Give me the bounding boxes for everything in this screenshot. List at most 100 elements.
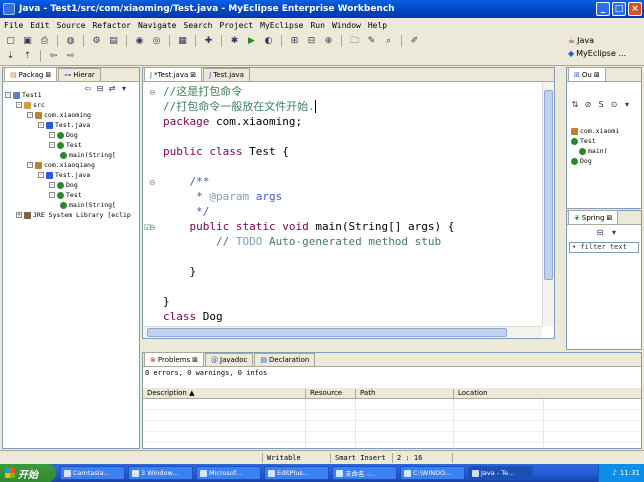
tree-item-project[interactable]: - Test1	[5, 90, 42, 100]
tree-item-class[interactable]: - Test	[49, 190, 82, 200]
column-resource[interactable]: Resource	[305, 389, 353, 398]
collapse-icon[interactable]: -	[49, 142, 55, 148]
next-annotation-icon[interactable]: ⇣	[4, 50, 17, 62]
server-icon[interactable]: ▤	[107, 35, 120, 47]
perspective-java[interactable]: ☕ Java	[568, 34, 640, 47]
console-icon[interactable]: ▦	[176, 35, 189, 47]
column-path[interactable]: Path	[355, 389, 451, 398]
collapse-icon[interactable]: -	[49, 132, 55, 138]
new-class-icon[interactable]: ✚	[202, 35, 215, 47]
tree-item-package[interactable]: - com.xiaoming	[27, 110, 91, 120]
back-icon[interactable]: ⇦	[47, 50, 60, 62]
close-icon[interactable]: ⊠	[606, 214, 612, 222]
link-editor-icon[interactable]: ⇄	[107, 84, 117, 94]
open-type-icon[interactable]: ◎	[150, 35, 163, 47]
new-web-icon[interactable]: ⊕	[322, 35, 335, 47]
menu-help[interactable]: Help	[368, 21, 387, 30]
column-description[interactable]: Description ▲	[143, 389, 303, 398]
column-location[interactable]: Location	[453, 389, 543, 398]
open-folder-icon[interactable]: 🗀	[348, 35, 361, 47]
taskbar-task[interactable]: EditPlus...	[264, 466, 329, 480]
collapse-icon[interactable]: -	[5, 92, 11, 98]
collapse-all-icon[interactable]: ⊟	[595, 228, 605, 238]
scrollbar-thumb[interactable]	[147, 328, 507, 337]
menu-myeclipse[interactable]: MyEclipse	[260, 21, 303, 30]
tab-outline[interactable]: ⊞ Ou ⊠	[568, 67, 606, 81]
editor-vertical-scrollbar[interactable]	[542, 82, 554, 326]
new-icon[interactable]: ▢	[4, 35, 17, 47]
search-icon[interactable]: ⌕	[382, 35, 395, 47]
fold-icon[interactable]: ⊖	[149, 88, 156, 97]
pencil-icon[interactable]: ✎	[365, 35, 378, 47]
debug-icon[interactable]: ✱	[228, 35, 241, 47]
menu-navigate[interactable]: Navigate	[138, 21, 177, 30]
menu-search[interactable]: Search	[184, 21, 213, 30]
outline-item[interactable]: Dog	[571, 156, 592, 166]
taskbar-task[interactable]: Java - Te...	[468, 466, 533, 480]
tab-hierarchy[interactable]: ⊶ Hierar	[58, 68, 101, 81]
forward-icon[interactable]: ⇨	[64, 50, 77, 62]
taskbar-task[interactable]: Microsof...	[196, 466, 261, 480]
tab-declaration[interactable]: ▤ Declaration	[254, 353, 316, 366]
maximize-button[interactable]: □	[612, 2, 626, 16]
tree-item-class[interactable]: - Test	[49, 140, 82, 150]
menu-window[interactable]: Window	[332, 21, 361, 30]
perspective-myeclipse[interactable]: ◆ MyEclipse ...	[568, 47, 640, 60]
tree-item-java[interactable]: - Test.java	[38, 120, 90, 130]
hide-static-icon[interactable]: S	[596, 100, 606, 110]
tree-item-folder[interactable]: - src	[16, 100, 45, 110]
new-package-icon[interactable]: ⊞	[288, 35, 301, 47]
outline-item[interactable]: Test	[571, 136, 596, 146]
spring-filter-input[interactable]: • filter text	[569, 242, 639, 253]
collapse-icon[interactable]: -	[27, 112, 33, 118]
collapse-icon[interactable]: -	[49, 192, 55, 198]
close-icon[interactable]: ⊠	[192, 356, 198, 364]
previous-annotation-icon[interactable]: ⇡	[21, 50, 34, 62]
tab-test-java-dirty[interactable]: J *Test.java ⊠	[144, 67, 203, 81]
menu-file[interactable]: File	[4, 21, 23, 30]
tab-javadoc[interactable]: @ Javadoc	[205, 353, 254, 366]
tree-item-library[interactable]: + JRE System Library [eclip	[16, 210, 131, 220]
tab-package-explorer[interactable]: ▤ Packag ⊠	[4, 67, 58, 81]
outline-item[interactable]: com.xiaomi	[571, 126, 619, 136]
tab-test-java[interactable]: J Test.java	[203, 68, 250, 81]
menu-edit[interactable]: Edit	[30, 21, 49, 30]
editor-horizontal-scrollbar[interactable]	[143, 326, 542, 338]
view-menu-icon[interactable]: ▾	[622, 100, 632, 110]
tree-item-java[interactable]: - Test.java	[38, 170, 90, 180]
print-icon[interactable]: ⎙	[38, 35, 51, 47]
tree-item-class[interactable]: - Dog	[49, 180, 78, 190]
hide-nonpublic-icon[interactable]: ⊙	[609, 100, 619, 110]
browser-icon[interactable]: ◉	[133, 35, 146, 47]
tree-item-class[interactable]: - Dog	[49, 130, 78, 140]
scrollbar-thumb[interactable]	[544, 90, 553, 280]
run-icon[interactable]: ▶	[245, 35, 258, 47]
taskbar-task[interactable]: 3 Window...	[128, 466, 193, 480]
outline-item[interactable]: main(	[579, 146, 608, 156]
close-icon[interactable]: ⊠	[594, 71, 600, 79]
collapse-icon[interactable]: -	[49, 182, 55, 188]
external-tools-icon[interactable]: ◐	[262, 35, 275, 47]
collapse-all-icon[interactable]: ⊟	[95, 84, 105, 94]
fold-icon[interactable]: ⊖	[149, 178, 156, 187]
web-icon[interactable]: ◍	[64, 35, 77, 47]
start-button[interactable]: 开始	[0, 464, 56, 482]
view-menu-icon[interactable]: ▾	[609, 228, 619, 238]
tree-item-method[interactable]: main(String[	[60, 150, 116, 160]
sort-icon[interactable]: ⇅	[570, 100, 580, 110]
taskbar-task[interactable]: 未命名 -...	[332, 466, 397, 480]
deploy-icon[interactable]: ⚙	[90, 35, 103, 47]
menu-project[interactable]: Project	[219, 21, 253, 30]
close-icon[interactable]: ⊠	[45, 71, 51, 79]
minimize-button[interactable]: _	[596, 2, 610, 16]
edit-icon[interactable]: ✐	[408, 35, 421, 47]
back-icon[interactable]: ⇦	[83, 84, 93, 94]
tab-spring[interactable]: ❦ Spring ⊠	[568, 210, 619, 224]
speaker-icon[interactable]: ♪	[612, 469, 616, 477]
new-interface-icon[interactable]: ⊟	[305, 35, 318, 47]
code-area[interactable]: //这是打包命令//打包命令一般放在文件开始. package com.xiaom…	[161, 82, 542, 326]
tree-item-package[interactable]: - com.xiaoqiang	[27, 160, 95, 170]
taskbar-task[interactable]: C:\WINDO...	[400, 466, 465, 480]
view-menu-icon[interactable]: ▾	[119, 84, 129, 94]
menu-source[interactable]: Source	[57, 21, 86, 30]
